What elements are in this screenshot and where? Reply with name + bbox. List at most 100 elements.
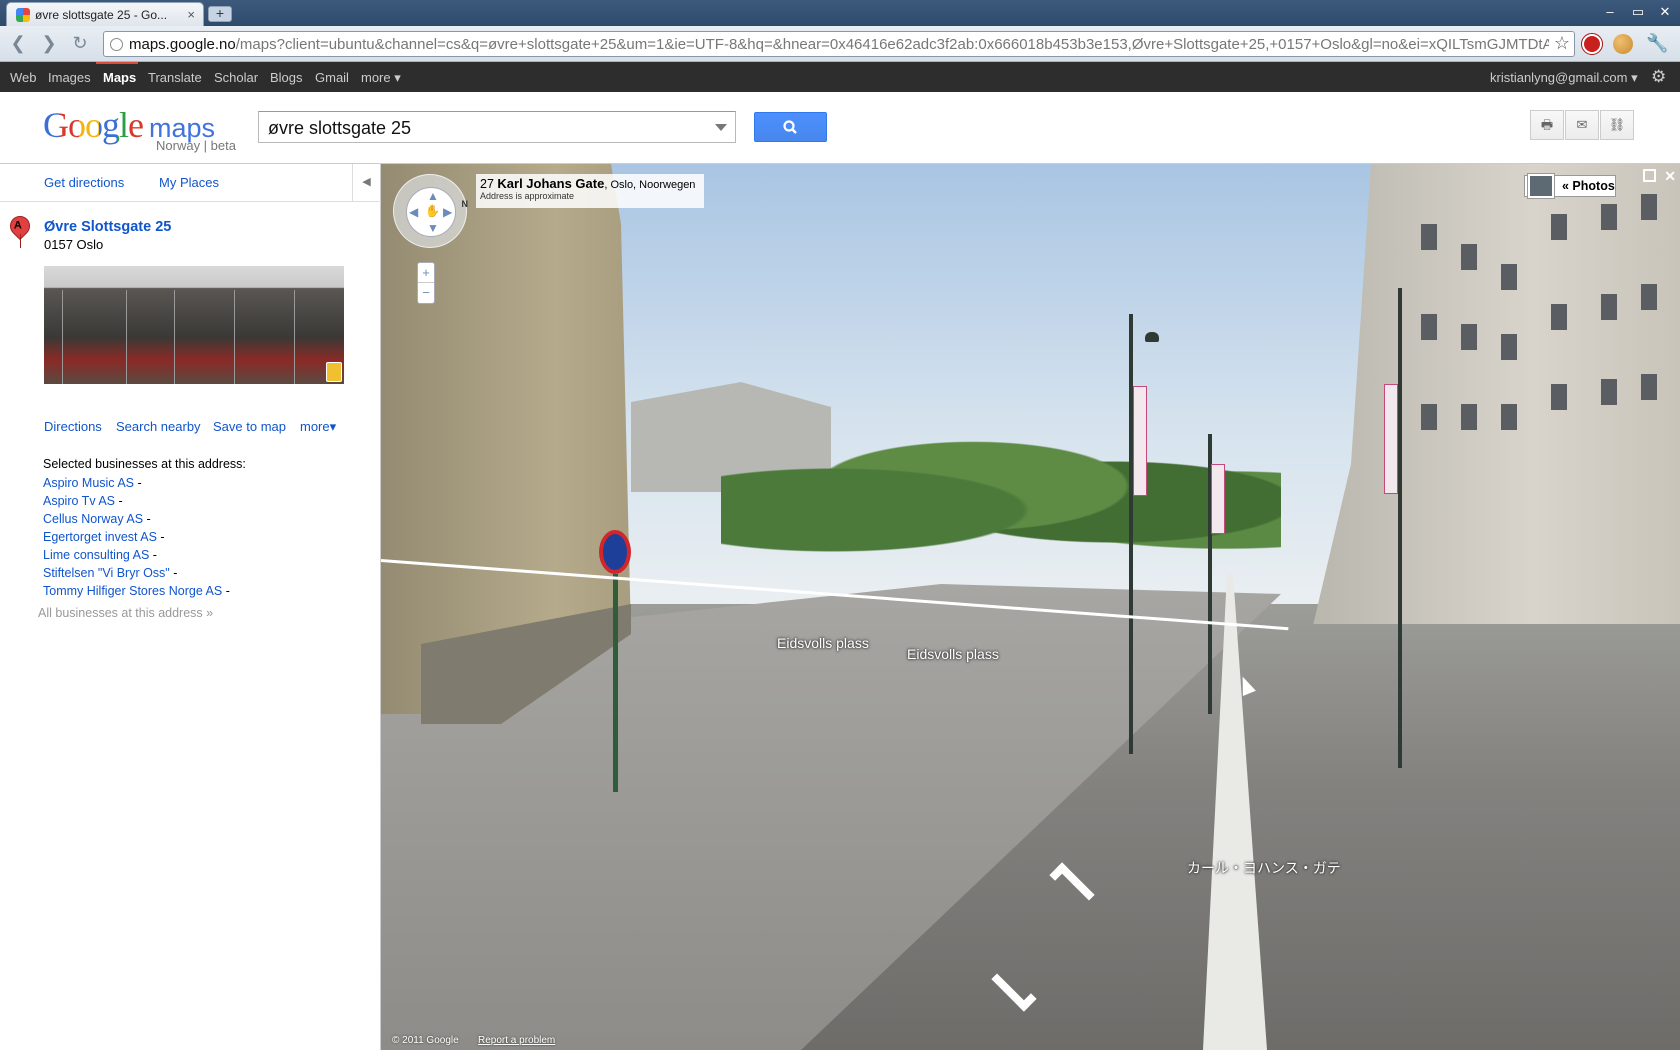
more-actions-link[interactable]: more▾ <box>300 419 336 435</box>
save-to-map-link[interactable]: Save to map <box>213 419 286 434</box>
pan-down-icon[interactable]: ▼ <box>427 221 439 235</box>
pan-up-icon[interactable]: ▲ <box>427 189 439 203</box>
list-item: Cellus Norway AS - <box>43 510 230 528</box>
pegman-icon[interactable] <box>326 362 342 382</box>
separator: - <box>169 566 178 580</box>
list-item: Egertorget invest AS - <box>43 528 230 546</box>
no-stopping-sign <box>599 530 631 574</box>
browser-tabbar: øvre slottsgate 25 - Go... × + – ▭ ✕ <box>0 0 1680 26</box>
sv-address-note: Address is approximate <box>480 191 575 201</box>
result-address: 0157 Oslo <box>44 237 104 252</box>
photos-button[interactable]: « Photos <box>1524 173 1616 199</box>
gear-icon[interactable]: ⚙ <box>1651 67 1666 87</box>
fullscreen-icon[interactable] <box>1643 169 1656 182</box>
collapse-panel-button[interactable]: ◀ <box>352 164 380 202</box>
street-label-1[interactable]: Eidsvolls plass <box>777 635 869 651</box>
tab-close-icon[interactable]: × <box>187 7 195 22</box>
report-problem-link[interactable]: Report a problem <box>478 1035 555 1046</box>
close-street-view-button[interactable]: ✕ <box>1664 168 1676 185</box>
gbar-more[interactable]: more ▾ <box>361 70 401 86</box>
zoom-out-button[interactable]: − <box>418 283 434 302</box>
search-button[interactable] <box>754 112 827 142</box>
search-nearby-link[interactable]: Search nearby <box>116 419 201 434</box>
minimize-button[interactable]: – <box>1599 3 1621 21</box>
search-query: øvre slottsgate 25 <box>268 118 412 138</box>
street-view-thumbnail[interactable] <box>44 266 344 384</box>
window-close-button[interactable]: ✕ <box>1654 3 1676 21</box>
gbar-translate[interactable]: Translate <box>148 70 202 85</box>
print-button[interactable]: 🖶 <box>1530 110 1564 140</box>
cookie-icon[interactable] <box>1613 34 1633 54</box>
list-item: Aspiro Music AS - <box>43 474 230 492</box>
business-link[interactable]: Stiftelsen "Vi Bryr Oss" <box>43 566 170 580</box>
tab-title: øvre slottsgate 25 - Go... <box>35 8 168 22</box>
sv-lamp-post <box>1129 314 1133 754</box>
google-bar: Web Images Maps Translate Scholar Blogs … <box>0 62 1680 92</box>
reload-icon[interactable]: ↻ <box>68 33 92 55</box>
search-dropdown-icon[interactable] <box>715 124 727 131</box>
link-button[interactable]: ⛓ <box>1600 110 1634 140</box>
adblock-icon[interactable] <box>1581 33 1603 55</box>
separator: - <box>134 476 142 490</box>
list-item: Aspiro Tv AS - <box>43 492 230 510</box>
gbar-maps[interactable]: Maps <box>103 70 136 85</box>
browser-tab[interactable]: øvre slottsgate 25 - Go... × <box>6 2 204 26</box>
separator: - <box>115 494 123 508</box>
pan-control-center[interactable]: ▲ ▼ ◀ ▶ ✋ <box>406 187 456 237</box>
list-item: Lime consulting AS - <box>43 546 230 564</box>
account-menu[interactable]: kristianlyng@gmail.com ▾ <box>1490 70 1638 86</box>
address-bar[interactable]: maps.google.no/maps?client=ubuntu&channe… <box>103 31 1575 57</box>
get-directions-link[interactable]: Get directions <box>44 175 124 190</box>
business-link[interactable]: Lime consulting AS <box>43 548 149 562</box>
business-link[interactable]: Tommy Hilfiger Stores Norge AS <box>43 584 222 598</box>
street-label-2[interactable]: Eidsvolls plass <box>907 646 999 662</box>
sv-address-city: , Oslo, Noorwegen <box>604 179 696 191</box>
businesses-heading: Selected businesses at this address: <box>43 457 246 471</box>
business-link[interactable]: Cellus Norway AS <box>43 512 143 526</box>
back-icon[interactable]: ❮ <box>6 33 30 55</box>
sv-lamp-post <box>1398 288 1402 768</box>
street-view-pane[interactable]: Eidsvolls plass Eidsvolls plass カール・ヨハンス… <box>381 164 1680 1050</box>
copyright-text: © 2011 Google <box>392 1035 459 1046</box>
sv-trees <box>721 414 1281 574</box>
street-label-3[interactable]: カール・ヨハンス・ガテ <box>1187 858 1341 878</box>
marker-letter: A <box>13 219 22 232</box>
marker-stem <box>20 234 21 248</box>
gbar-scholar[interactable]: Scholar <box>214 70 258 85</box>
search-input[interactable]: øvre slottsgate 25 <box>258 111 736 143</box>
photos-label: « Photos <box>1562 179 1615 193</box>
business-link[interactable]: Aspiro Tv AS <box>43 494 115 508</box>
forward-icon[interactable]: ❯ <box>37 33 61 55</box>
business-link[interactable]: Aspiro Music AS <box>43 476 134 490</box>
separator: - <box>222 584 230 598</box>
directions-link[interactable]: Directions <box>44 419 102 434</box>
zoom-in-button[interactable]: + <box>418 263 434 283</box>
pan-control[interactable]: ▲ ▼ ◀ ▶ ✋ N <box>393 174 469 248</box>
result-title-link[interactable]: Øvre Slottsgate 25 <box>44 219 171 235</box>
sv-lamp <box>1145 332 1159 342</box>
pan-right-icon[interactable]: ▶ <box>443 205 452 219</box>
my-places-link[interactable]: My Places <box>159 175 219 190</box>
list-item: Stiftelsen "Vi Bryr Oss" - <box>43 564 230 582</box>
star-icon[interactable]: ☆ <box>1554 33 1570 54</box>
business-link[interactable]: Egertorget invest AS <box>43 530 157 544</box>
email-button[interactable]: ✉ <box>1565 110 1599 140</box>
sv-address: 27 Karl Johans Gate, Oslo, Noorwegen <box>480 176 700 191</box>
new-tab-button[interactable]: + <box>208 6 232 22</box>
list-item: Tommy Hilfiger Stores Norge AS - <box>43 582 230 600</box>
logo-google: Google <box>43 105 144 145</box>
gbar-blogs[interactable]: Blogs <box>270 70 303 85</box>
gbar-web[interactable]: Web <box>10 70 37 85</box>
pan-left-icon[interactable]: ◀ <box>409 205 418 219</box>
all-businesses-link[interactable]: All businesses at this address » <box>38 606 213 620</box>
gbar-images[interactable]: Images <box>48 70 91 85</box>
google-maps-favicon-icon <box>16 8 30 22</box>
separator: - <box>156 530 165 544</box>
globe-icon <box>110 38 123 51</box>
panel-top-links: Get directions My Places ◀ <box>0 164 381 202</box>
wrench-icon[interactable]: 🔧 <box>1646 34 1668 54</box>
compass-north-label: N <box>461 199 469 209</box>
gbar-gmail[interactable]: Gmail <box>315 70 349 85</box>
zoom-control: + − <box>417 262 435 304</box>
maximize-button[interactable]: ▭ <box>1627 3 1649 21</box>
